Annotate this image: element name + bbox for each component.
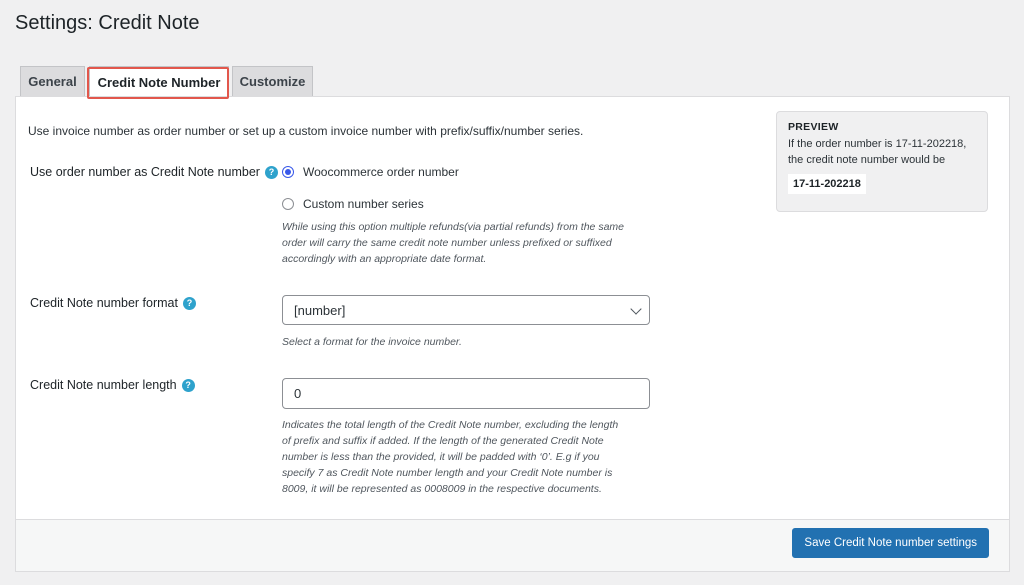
tab-general[interactable]: General — [20, 66, 85, 96]
order-number-description: While using this option multiple refunds… — [282, 219, 624, 267]
tab-credit-note-number[interactable]: Credit Note Number — [89, 66, 229, 97]
description-line: order will carry the same credit note nu… — [282, 237, 612, 249]
preview-line: the credit note number would be — [788, 154, 946, 166]
use-order-number-label-text: Use order number as Credit Note number — [30, 165, 260, 179]
number-format-description: Select a format for the invoice number. — [282, 336, 462, 348]
settings-panel: Use invoice number as order number or se… — [15, 96, 1010, 572]
preview-text: If the order number is 17-11-202218, the… — [788, 136, 976, 168]
help-icon[interactable]: ? — [182, 296, 196, 310]
number-format-label: Credit Note number format ? — [30, 296, 196, 310]
help-icon[interactable]: ? — [264, 165, 278, 179]
number-format-selected: [number] — [294, 302, 346, 318]
description-line: number is less than the provided, it wil… — [282, 451, 600, 463]
panel-footer: Save Credit Note number settings — [16, 519, 1009, 571]
use-order-number-label: Use order number as Credit Note number ? — [30, 165, 278, 179]
preview-value: 17-11-202218 — [788, 174, 866, 194]
number-length-label: Credit Note number length ? — [30, 378, 195, 392]
radio-checked-icon[interactable] — [282, 166, 294, 178]
description-line: specify 7 as Credit Note number length a… — [282, 467, 613, 479]
preview-line: If the order number is 17-11-202218, — [788, 138, 967, 150]
description-line: While using this option multiple refunds… — [282, 221, 624, 233]
number-length-input[interactable] — [282, 378, 650, 409]
number-length-label-text: Credit Note number length — [30, 378, 177, 392]
preview-title: PREVIEW — [788, 121, 839, 133]
number-format-label-text: Credit Note number format — [30, 296, 178, 310]
preview-box: PREVIEW If the order number is 17-11-202… — [776, 111, 988, 212]
radio-label: Woocommerce order number — [303, 165, 459, 179]
description-line: of prefix and suffix if added. If the le… — [282, 435, 604, 447]
number-format-select[interactable]: [number] — [282, 295, 650, 325]
tab-customize[interactable]: Customize — [232, 66, 313, 96]
description-line: Indicates the total length of the Credit… — [282, 419, 619, 431]
radio-label: Custom number series — [303, 197, 424, 211]
number-length-description: Indicates the total length of the Credit… — [282, 417, 618, 497]
description-line: accordingly with an appropriate date for… — [282, 253, 487, 265]
save-button[interactable]: Save Credit Note number settings — [792, 528, 989, 558]
intro-text: Use invoice number as order number or se… — [28, 124, 584, 138]
radio-custom-number-series[interactable]: Custom number series — [282, 197, 424, 211]
chevron-down-icon — [630, 303, 642, 315]
page-title: Settings: Credit Note — [15, 12, 200, 34]
help-icon[interactable]: ? — [181, 378, 195, 392]
radio-woocommerce-order-number[interactable]: Woocommerce order number — [282, 165, 459, 179]
description-line: 8009, it will be represented as 0008009 … — [282, 483, 602, 495]
radio-unchecked-icon[interactable] — [282, 198, 294, 210]
